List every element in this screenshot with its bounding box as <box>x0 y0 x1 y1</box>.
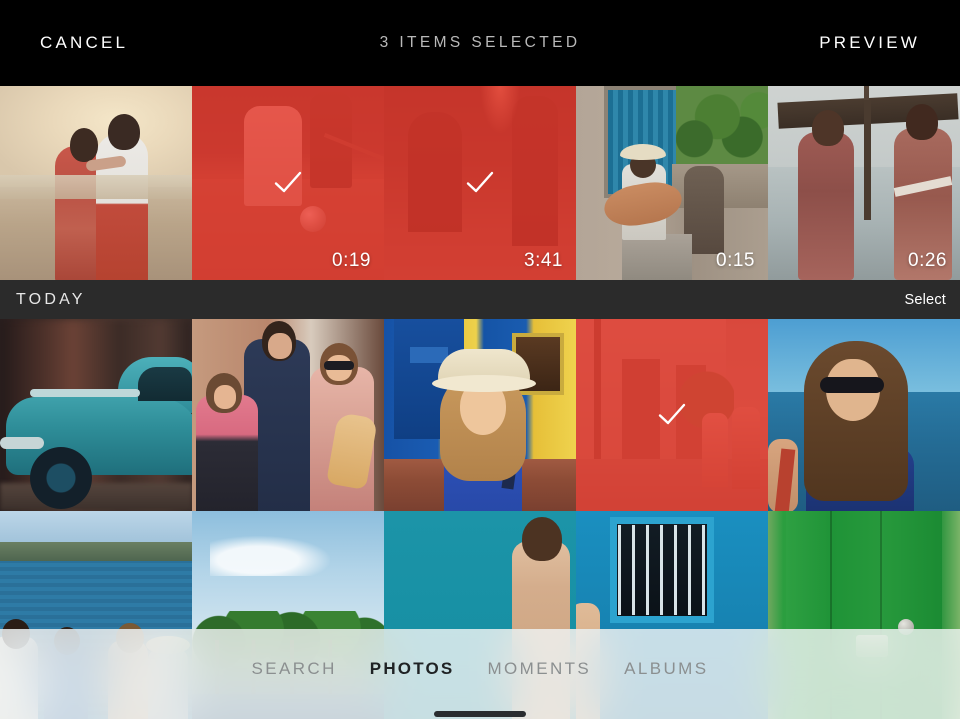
section-header-today: TODAY Select <box>0 280 960 319</box>
photo-thumbnail <box>192 319 384 511</box>
photo-grid-row: 0:19 3:41 0:15 0:26 <box>0 86 960 280</box>
home-indicator <box>434 711 526 717</box>
photo-grid: 0:19 3:41 0:15 0:26 TODAY Select <box>0 86 960 719</box>
video-duration-label: 0:19 <box>332 250 371 271</box>
photo-vintage-car[interactable] <box>0 319 192 511</box>
video-guitar-player[interactable]: 0:15 <box>576 86 768 280</box>
video-palapa-beach[interactable]: 0:26 <box>768 86 960 280</box>
video-duration-label: 3:41 <box>524 250 563 271</box>
tab-search[interactable]: SEARCH <box>252 659 337 679</box>
photo-friends-kitten[interactable] <box>192 319 384 511</box>
tab-albums[interactable]: ALBUMS <box>624 659 708 679</box>
photo-thumbnail <box>0 86 192 280</box>
checkmark-icon <box>271 166 305 200</box>
photo-thumbnail <box>0 319 192 511</box>
photo-beach-couple[interactable] <box>0 86 192 280</box>
bottom-tab-bar: SEARCH PHOTOS MOMENTS ALBUMS <box>0 629 960 719</box>
photo-thumbnail <box>384 319 576 511</box>
photo-grid-row <box>0 319 960 511</box>
section-select-button[interactable]: Select <box>905 292 947 308</box>
video-pool-hall[interactable]: 0:19 <box>192 86 384 280</box>
photo-girl-in-hat[interactable] <box>384 319 576 511</box>
section-title: TODAY <box>16 290 86 308</box>
video-duration-label: 0:15 <box>716 250 755 271</box>
photo-street-scene[interactable] <box>576 319 768 511</box>
checkmark-icon <box>655 398 689 432</box>
preview-button[interactable]: PREVIEW <box>819 33 920 53</box>
video-duration-label: 0:26 <box>908 250 947 271</box>
cancel-button[interactable]: CANCEL <box>40 33 128 53</box>
checkmark-icon <box>463 166 497 200</box>
tab-moments[interactable]: MOMENTS <box>487 659 591 679</box>
tab-photos[interactable]: PHOTOS <box>370 659 455 679</box>
video-interior[interactable]: 3:41 <box>384 86 576 280</box>
tab-list: SEARCH PHOTOS MOMENTS ALBUMS <box>252 659 709 679</box>
top-action-bar: CANCEL 3 ITEMS SELECTED PREVIEW <box>0 0 960 86</box>
selection-count-title: 3 ITEMS SELECTED <box>379 34 581 51</box>
photo-woman-sunglasses[interactable] <box>768 319 960 511</box>
photo-thumbnail <box>768 319 960 511</box>
photo-picker-screen: CANCEL 3 ITEMS SELECTED PREVIEW 0:19 3:41… <box>0 0 960 719</box>
